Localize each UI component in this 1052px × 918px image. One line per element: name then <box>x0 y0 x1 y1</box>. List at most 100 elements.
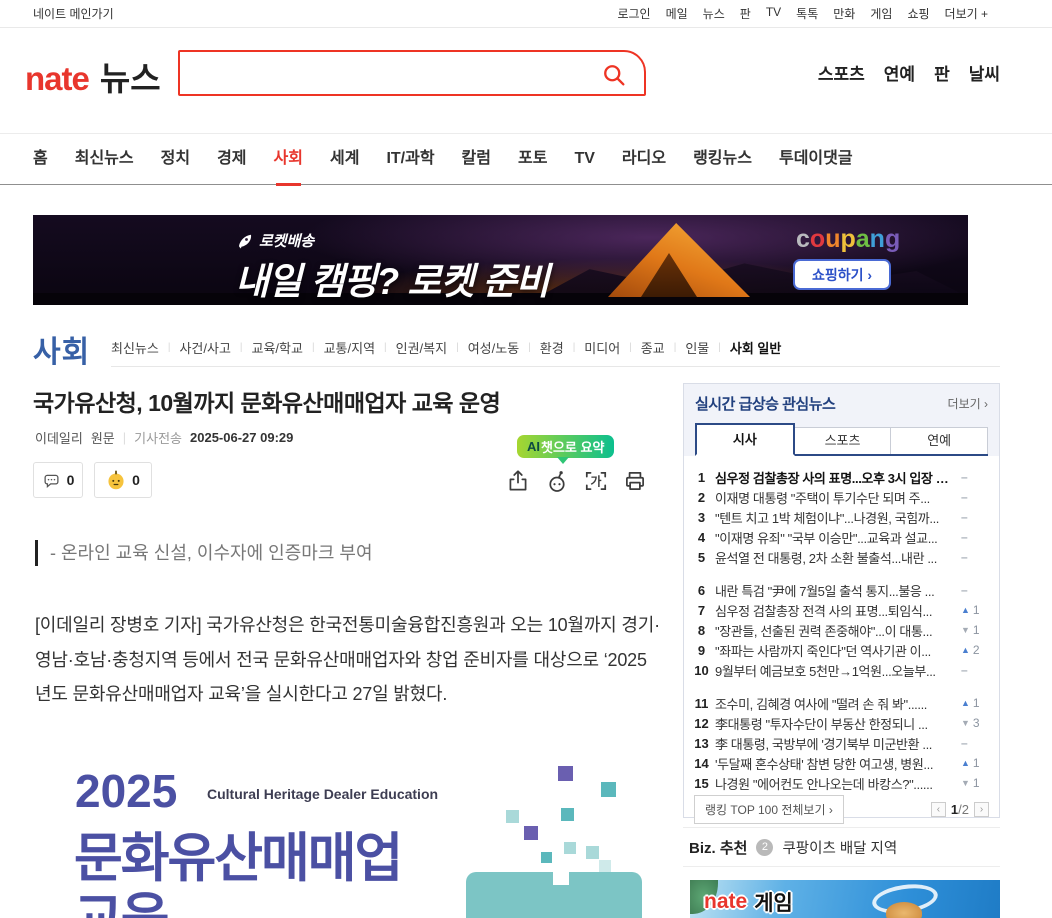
link[interactable]: 쇼핑 <box>907 5 929 22</box>
ranking-item[interactable]: 1 심우정 검찰총장 사의 표명...오후 3시 입장 발표 – <box>688 467 991 487</box>
search-icon[interactable] <box>600 61 628 89</box>
topbar-home-link[interactable]: 네이트 메인가기 <box>33 5 114 22</box>
ranking-item[interactable]: 5 윤석열 전 대통령, 2차 소환 불출석...내란 ... – <box>688 547 991 567</box>
ranking-item[interactable]: 12 李대통령 "투자수단이 부동산 한정되니 ... ▼ 3 <box>688 713 991 733</box>
sidebar-tab[interactable]: 연예 <box>890 427 989 454</box>
article-tools: 가 <box>505 468 648 494</box>
subnav-separator: | <box>528 342 531 353</box>
nav-item[interactable]: 사회 <box>274 133 303 186</box>
link[interactable]: 뉴스 <box>703 5 725 22</box>
ranking-item[interactable]: 4 "이재명 유죄" "국부 이승만"...교육과 설교... – <box>688 527 991 547</box>
rank-change: – <box>961 490 991 504</box>
ranking-item[interactable]: 14 '두달째 혼수상태' 참변 당한 여고생, 병원... ▲ 1 <box>688 753 991 773</box>
nav-item[interactable]: 투데이댓글 <box>779 133 853 185</box>
ranking-item[interactable]: 10 9월부터 예금보호 5천만→1억원...오늘부... – <box>688 660 991 680</box>
biz-link[interactable]: 쿠팡이츠 배달 지역 <box>782 837 897 858</box>
coupang-logo-letter: c <box>796 225 810 253</box>
subnav-item[interactable]: 사건/사고 <box>179 338 230 357</box>
font-size-icon[interactable]: 가 <box>583 468 609 494</box>
subnav-item[interactable]: 인권/복지 <box>396 338 447 357</box>
article-source-original-link[interactable]: 원문 <box>91 428 115 447</box>
nav-item[interactable]: 정치 <box>161 133 190 185</box>
nav-item[interactable]: TV <box>574 133 594 185</box>
link[interactable]: 연예 <box>884 60 915 85</box>
section-title[interactable]: 사회 <box>33 327 90 371</box>
link[interactable]: 판 <box>740 5 751 22</box>
ranking-item[interactable]: 8 "장관들, 선출된 권력 존중해야"...이 대통... ▼ 1 <box>688 620 991 640</box>
ranking-item[interactable]: 7 심우정 검찰총장 전격 사의 표명...퇴임식... ▲ 1 <box>688 600 991 620</box>
link[interactable]: 메일 <box>666 5 688 22</box>
nav-item[interactable]: 라디오 <box>622 133 666 185</box>
sidebar-tab[interactable]: 시사 <box>695 423 795 456</box>
ranking-item[interactable]: 15 나경원 "에어컨도 안나오는데 바캉스?"...... ▼ 1 <box>688 773 991 793</box>
ai-chat-robot-icon[interactable] <box>544 468 570 494</box>
article-lead: - 온라인 교육 신설, 이수자에 인증마크 부여 <box>35 540 373 566</box>
nate-logo[interactable]: nate <box>25 60 90 97</box>
ranking-item[interactable]: 3 "텐트 치고 1박 체험이냐"...나경원, 국힘까... – <box>688 507 991 527</box>
subnav-item[interactable]: 최신뉴스 <box>111 338 159 357</box>
ai-summary-prefix: AI <box>527 439 540 454</box>
news-section-logo[interactable]: 뉴스 <box>100 60 161 97</box>
pager-prev-button[interactable]: ‹ <box>930 802 946 817</box>
ranking-item[interactable]: 2 이재명 대통령 "주택이 투기수단 되며 주... – <box>688 487 991 507</box>
article-source[interactable]: 이데일리 <box>35 428 83 447</box>
coupang-logo-letter: p <box>840 225 856 253</box>
nav-item[interactable]: 세계 <box>330 133 359 185</box>
nav-item[interactable]: 포토 <box>518 133 547 185</box>
link[interactable]: 만화 <box>833 5 855 22</box>
widget-more-link[interactable]: 더보기 › <box>948 395 988 412</box>
nav-item[interactable]: 홈 <box>33 133 48 185</box>
nav-item[interactable]: 최신뉴스 <box>75 133 134 185</box>
poster-mosaic-square <box>561 808 574 821</box>
subnav-item[interactable]: 환경 <box>540 338 564 357</box>
subnav-item[interactable]: 인물 <box>685 338 709 357</box>
ranking-top100-button[interactable]: 랭킹 TOP 100 전체보기 › <box>694 795 844 824</box>
link[interactable]: 게임 <box>870 5 892 22</box>
poster-mosaic-square <box>506 810 519 823</box>
reaction-count-button[interactable]: 0 <box>94 462 152 498</box>
ai-summary-label: 챗으로 요약 <box>541 440 605 455</box>
section-divider <box>111 366 1000 367</box>
subnav-item[interactable]: 여성/노동 <box>468 338 519 357</box>
link[interactable]: TV <box>766 5 781 22</box>
sidebar-tab[interactable]: 스포츠 <box>793 427 892 454</box>
print-icon[interactable] <box>622 468 648 494</box>
search-input[interactable] <box>180 52 644 94</box>
link[interactable]: 스포츠 <box>818 60 865 85</box>
ranking-item[interactable]: 13 李 대통령, 국방부에 '경기북부 미군반환 ... – <box>688 733 991 753</box>
nav-item[interactable]: 칼럼 <box>462 133 491 185</box>
subnav-item[interactable]: 종교 <box>641 338 665 357</box>
link[interactable]: 더보기 + <box>945 5 988 22</box>
rank-number: 2 <box>697 489 706 505</box>
link[interactable]: 로그인 <box>617 5 650 22</box>
page: 네이트 메인가기 로그인 메일 뉴스 판 TV 톡톡 만화 게임 쇼핑 더보기 + nate 뉴스 … <box>0 0 1052 918</box>
subnav-item[interactable]: 교통/지역 <box>324 338 375 357</box>
subnav-item[interactable]: 사회 일반 <box>730 338 781 357</box>
ranking-item[interactable]: 11 조수미, 김혜경 여사에 "떨려 손 줘 봐"...... ▲ 1 <box>688 693 991 713</box>
rank-down-icon: ▼ <box>961 718 970 728</box>
coupang-logo-letter: u <box>825 225 841 253</box>
link[interactable]: 판 <box>934 60 950 85</box>
ai-summary-tooltip[interactable]: AI 챗으로 요약 <box>517 435 615 458</box>
nav-item[interactable]: 경제 <box>217 133 246 185</box>
poster-mosaic-square <box>564 842 576 854</box>
poster-mosaic-square <box>586 846 599 859</box>
nav-item[interactable]: 랭킹뉴스 <box>693 133 752 185</box>
share-icon[interactable] <box>505 468 531 494</box>
ad-banner[interactable]: 로켓배송 내일 캠핑? 로켓 준비 coupang 쇼핑하기 › <box>33 215 968 305</box>
subnav-item[interactable]: 미디어 <box>584 338 620 357</box>
nate-game-banner[interactable]: nate 게임 <box>690 880 1000 918</box>
link[interactable]: 날씨 <box>969 60 1000 85</box>
nav-item[interactable]: IT/과학 <box>386 133 434 185</box>
pager-next-button[interactable]: › <box>974 802 989 817</box>
subnav-item[interactable]: 교육/학교 <box>252 338 303 357</box>
ranking-item[interactable]: 9 "좌파는 사람까지 죽인다"던 역사기관 이... ▲ 2 <box>688 640 991 660</box>
article-datetime: 2025-06-27 09:29 <box>190 430 294 445</box>
ranking-item[interactable]: 6 내란 특검 "尹에 7월5일 출석 통지...불응 ... – <box>688 580 991 600</box>
subnav-separator: | <box>718 342 721 353</box>
link[interactable]: 톡톡 <box>796 5 818 22</box>
site-logo[interactable]: nate 뉴스 <box>25 52 161 100</box>
meta-separator: | <box>122 430 127 445</box>
shopping-cta-button[interactable]: 쇼핑하기 › <box>793 259 891 290</box>
comment-count-button[interactable]: 0 <box>33 462 83 498</box>
